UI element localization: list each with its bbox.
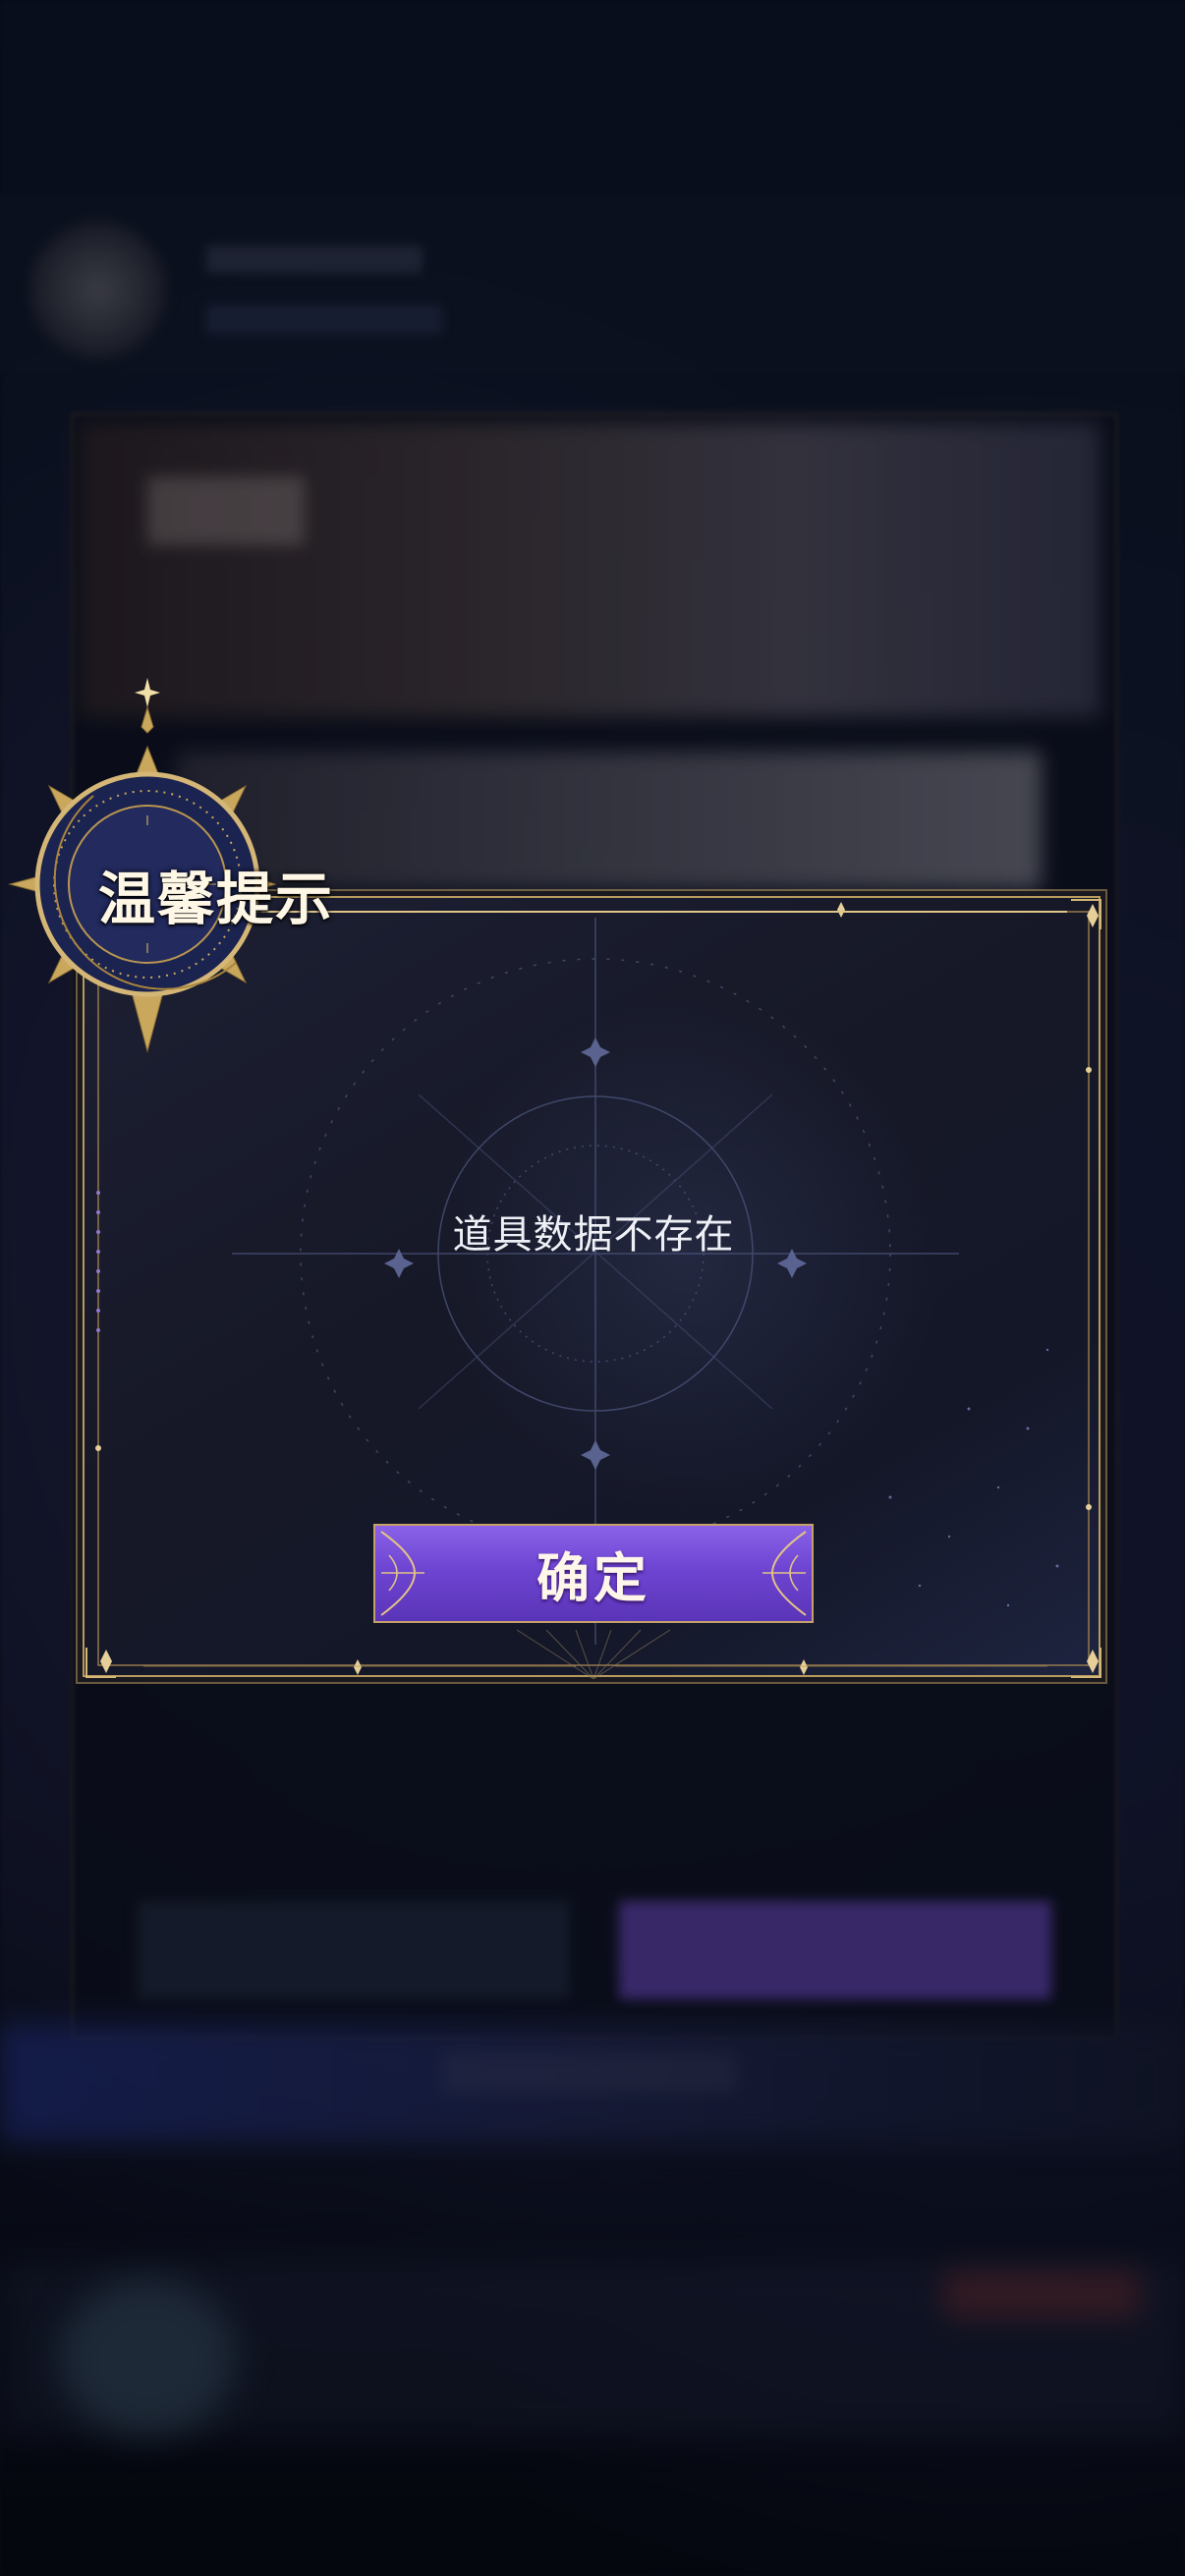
confirm-button[interactable]: 确定 <box>373 1524 814 1623</box>
dialog-message: 道具数据不存在 <box>452 1212 735 1258</box>
confirm-button-label: 确定 <box>536 1546 650 1609</box>
dialog-title: 温馨提示 <box>98 866 335 932</box>
button-right-ornament <box>762 1531 807 1616</box>
button-left-ornament <box>380 1531 424 1616</box>
